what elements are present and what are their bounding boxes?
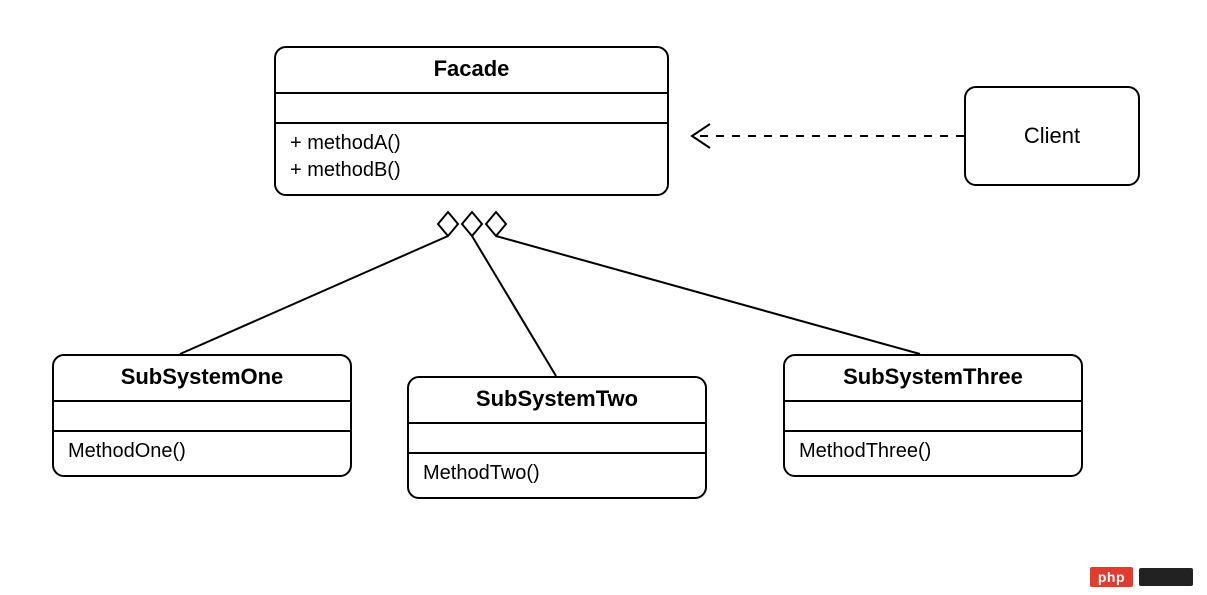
dependency-arrowhead-icon (692, 124, 710, 148)
aggregation-facade-subsystem-three (496, 236, 920, 354)
class-facade: Facade + methodA() + methodB() (274, 46, 669, 196)
watermark-badge: php (1090, 567, 1133, 587)
class-subsystem-two-method: MethodTwo() (423, 460, 691, 487)
aggregation-diamond-icon (438, 212, 458, 236)
class-subsystem-three-attributes (785, 402, 1081, 432)
aggregation-facade-subsystem-one (180, 236, 448, 354)
class-subsystem-two: SubSystemTwo MethodTwo() (407, 376, 707, 499)
watermark-bar (1139, 568, 1193, 586)
class-subsystem-one-operations: MethodOne() (54, 432, 350, 475)
class-subsystem-one: SubSystemOne MethodOne() (52, 354, 352, 477)
class-subsystem-two-operations: MethodTwo() (409, 454, 705, 497)
aggregation-diamond-icon (486, 212, 506, 236)
class-facade-attributes (276, 94, 667, 124)
class-facade-title: Facade (276, 48, 667, 94)
class-facade-operations: + methodA() + methodB() (276, 124, 667, 194)
class-subsystem-three-operations: MethodThree() (785, 432, 1081, 475)
watermark: php (1090, 567, 1193, 587)
aggregation-facade-subsystem-two (472, 236, 556, 376)
class-subsystem-one-method: MethodOne() (68, 438, 336, 465)
class-subsystem-two-title: SubSystemTwo (409, 378, 705, 424)
class-subsystem-one-title: SubSystemOne (54, 356, 350, 402)
class-client: Client (964, 86, 1140, 186)
class-subsystem-two-attributes (409, 424, 705, 454)
aggregation-diamond-icon (462, 212, 482, 236)
class-subsystem-three-method: MethodThree() (799, 438, 1067, 465)
class-subsystem-three-title: SubSystemThree (785, 356, 1081, 402)
class-subsystem-three: SubSystemThree MethodThree() (783, 354, 1083, 477)
class-facade-method: + methodA() (290, 130, 653, 157)
class-client-title: Client (1024, 123, 1080, 149)
class-subsystem-one-attributes (54, 402, 350, 432)
class-facade-method: + methodB() (290, 157, 653, 184)
